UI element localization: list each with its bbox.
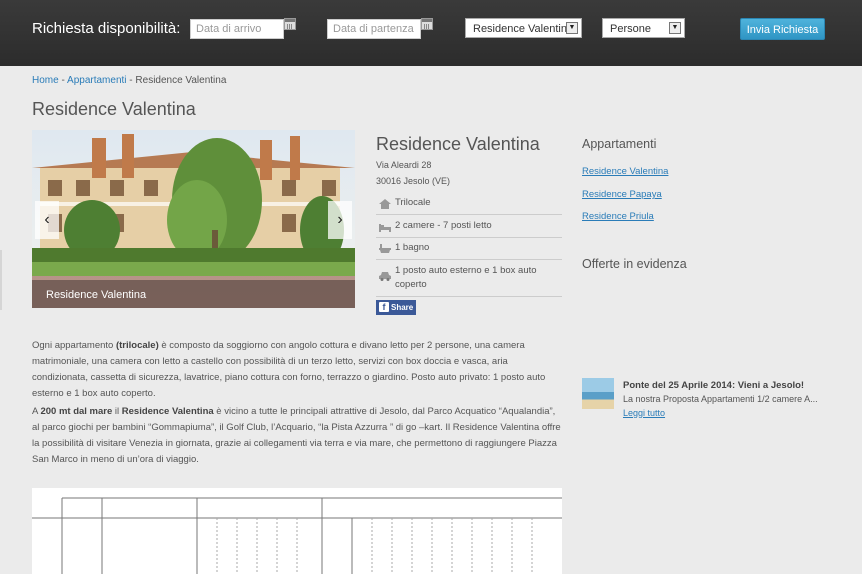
offer-title[interactable]: Ponte del 25 Aprile 2014: Vieni a Jesolo… [623, 380, 804, 391]
breadcrumb-section-link[interactable]: Appartamenti [67, 75, 126, 86]
feature-row: 1 posto auto esterno e 1 box auto copert… [376, 263, 562, 297]
apartments-heading: Appartamenti [582, 137, 657, 151]
bathtub-icon [379, 244, 391, 253]
bold-text: Residence Valentina [121, 406, 214, 417]
breadcrumb-separator: - [58, 75, 68, 86]
residence-select-value: Residence Valentina [473, 23, 574, 35]
house-icon [379, 199, 391, 209]
address-city: 30016 Jesolo (VE) [376, 176, 451, 186]
calendar-icon[interactable] [421, 18, 433, 30]
side-handle [0, 250, 2, 310]
availability-bar: Richiesta disponibilità: Data di arrivo … [0, 0, 862, 66]
share-label: Share [391, 303, 414, 312]
photo-slider[interactable]: ‹ › Residence Valentina [32, 130, 355, 308]
facebook-icon: f [379, 302, 389, 312]
offer-thumbnail[interactable] [582, 378, 614, 409]
chevron-down-icon: ▼ [566, 22, 578, 34]
text-span: Ogni appartamento [32, 340, 116, 351]
bold-text: (trilocale) [115, 340, 159, 351]
feature-row: Trilocale [376, 196, 562, 215]
photo-caption: Residence Valentina [46, 289, 147, 301]
facebook-share-button[interactable]: f Share [376, 300, 416, 315]
offer-excerpt: La nostra Proposta Appartamenti 1/2 came… [623, 394, 818, 404]
submit-request-button[interactable]: Invia Richiesta [740, 18, 825, 40]
description-paragraph: A 200 mt dal mare il Residence Valentina… [32, 404, 562, 468]
prev-slide-button[interactable]: ‹ [35, 201, 59, 239]
feature-row: 1 bagno [376, 241, 562, 260]
address-street: Via Aleardi 28 [376, 160, 432, 170]
read-more-link[interactable]: Leggi tutto [623, 408, 665, 418]
persons-select[interactable]: Persone ▼ [602, 18, 685, 38]
calendar-icon[interactable] [284, 18, 296, 30]
availability-label: Richiesta disponibilità: [32, 20, 181, 37]
departure-date-input[interactable]: Data di partenza [327, 19, 421, 39]
arrival-date-input[interactable]: Data di arrivo [190, 19, 284, 39]
car-icon [379, 272, 391, 281]
next-slide-button[interactable]: › [328, 201, 352, 239]
chevron-right-icon: › [337, 211, 343, 228]
bold-text: 200 mt dal mare [40, 406, 113, 417]
sidebar-link-papaya[interactable]: Residence Papaya [582, 189, 662, 200]
feature-text: 2 camere - 7 posti letto [395, 220, 492, 231]
sidebar-link-priula[interactable]: Residence Priula [582, 211, 654, 222]
breadcrumb-current: Residence Valentina [135, 75, 227, 86]
description-paragraph: Ogni appartamento (trilocale) è composto… [32, 338, 562, 402]
offers-heading: Offerte in evidenza [582, 257, 687, 271]
feature-text: 1 posto auto esterno e 1 box auto [395, 265, 537, 276]
breadcrumb-home-link[interactable]: Home [32, 75, 59, 86]
floor-plan-image [32, 488, 562, 574]
residence-select[interactable]: Residence Valentina ▼ [465, 18, 582, 38]
text-span: il [112, 406, 122, 417]
page-title: Residence Valentina [32, 99, 196, 119]
sidebar-link-valentina[interactable]: Residence Valentina [582, 166, 668, 177]
feature-text: 1 bagno [395, 242, 430, 253]
floor-plan-drawing [32, 497, 562, 574]
breadcrumb: Home - Appartamenti - Residence Valentin… [32, 75, 226, 86]
persons-select-value: Persone [610, 23, 651, 35]
chevron-left-icon: ‹ [44, 211, 50, 228]
residence-name: Residence Valentina [376, 134, 540, 154]
bed-icon [379, 224, 391, 232]
feature-text: coperto [395, 279, 427, 290]
feature-row: 2 camere - 7 posti letto [376, 219, 562, 238]
feature-text: Trilocale [395, 197, 431, 208]
chevron-down-icon: ▼ [669, 22, 681, 34]
